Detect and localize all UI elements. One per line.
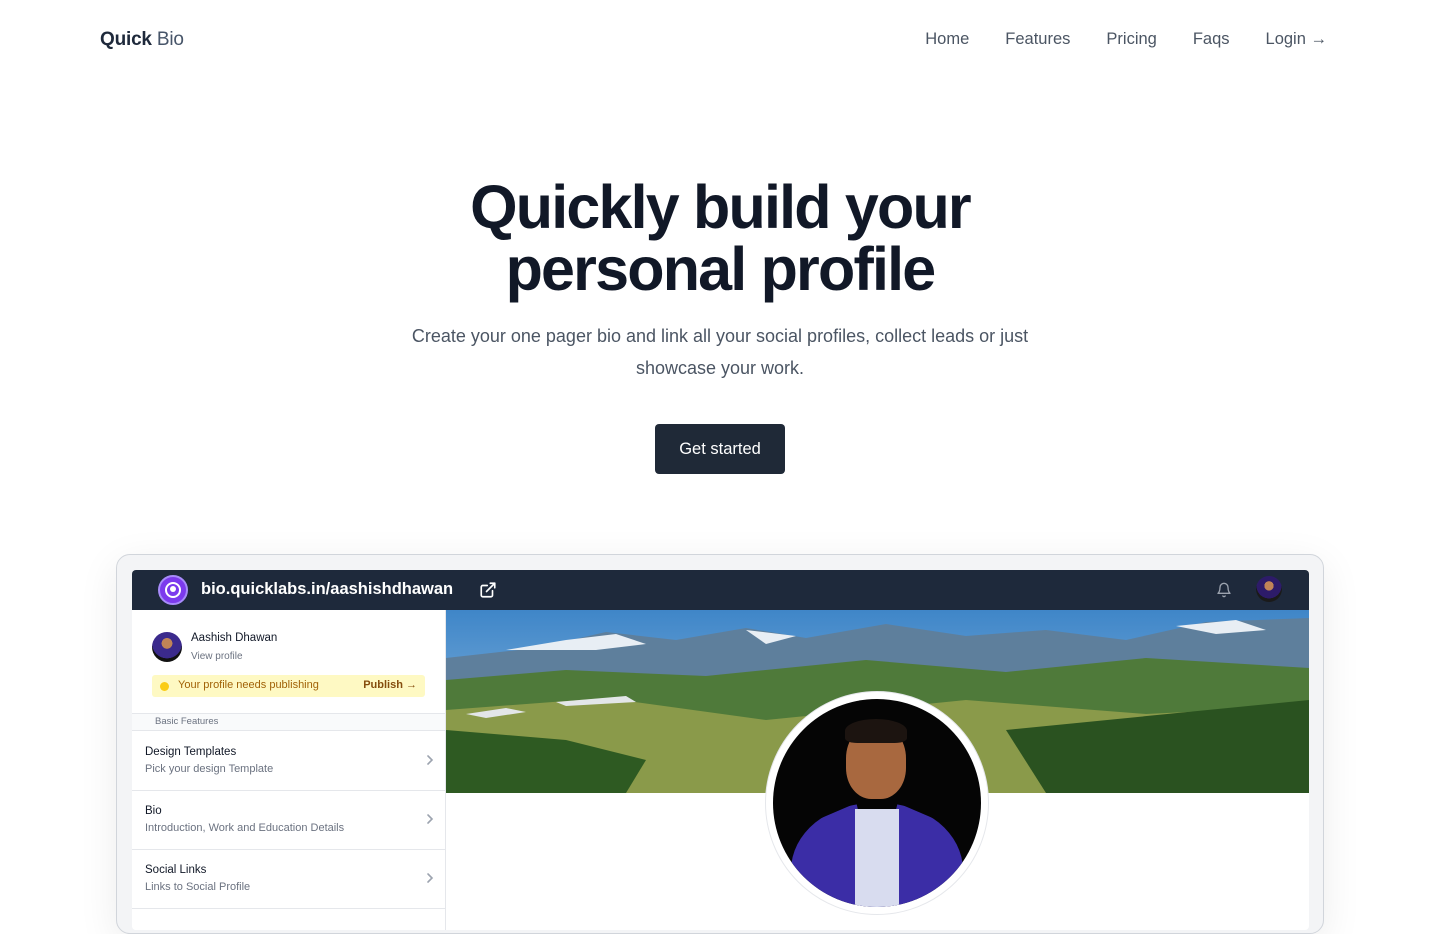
get-started-button[interactable]: Get started [655, 424, 785, 474]
logo-light-text: Bio [156, 29, 184, 50]
view-profile-link[interactable]: View profile [191, 651, 243, 662]
nav-links: Home Features Pricing Faqs Login → [925, 30, 1327, 49]
menu-item-subtitle: Pick your design Template [145, 763, 274, 775]
menu-item-title: Social Links [145, 864, 207, 876]
menu-item-subtitle: Links to Social Profile [145, 881, 251, 893]
chevron-right-icon [427, 873, 434, 883]
avatar [152, 632, 182, 662]
app-header-bar: bio.quicklabs.in/aashishdhawan [132, 570, 1309, 610]
user-avatar-small[interactable] [1256, 576, 1282, 602]
logo-bold-text: Quick [100, 29, 152, 50]
nav-link-faqs[interactable]: Faqs [1193, 30, 1230, 49]
warning-dot-icon [160, 682, 169, 691]
menu-item-subtitle: Introduction, Work and Education Details [145, 822, 345, 834]
top-navigation: Quick Bio Home Features Pricing Faqs Log… [0, 0, 1440, 80]
external-link-icon[interactable] [479, 581, 497, 599]
menu-item-title: Design Templates [145, 746, 237, 758]
chevron-right-icon [427, 814, 434, 824]
hero-title: Quickly build your personal profile [0, 176, 1440, 300]
menu-item-design-templates[interactable]: Design Templates Pick your design Templa… [132, 732, 445, 791]
nav-link-features[interactable]: Features [1005, 30, 1070, 49]
app-preview: bio.quicklabs.in/aashishdhawan Aashish D… [132, 570, 1309, 930]
brand-logo[interactable]: Quick Bio [100, 29, 184, 51]
user-name: Aashish Dhawan [191, 632, 278, 644]
nav-link-login[interactable]: Login → [1266, 30, 1327, 49]
publish-notice: Your profile needs publishing Publish → [152, 675, 425, 697]
bell-icon[interactable] [1216, 581, 1232, 599]
menu-item-bio[interactable]: Bio Introduction, Work and Education Det… [132, 791, 445, 850]
app-preview-frame: bio.quicklabs.in/aashishdhawan Aashish D… [116, 554, 1324, 934]
hero-title-line-2: personal profile [505, 235, 937, 303]
section-label: Basic Features [132, 713, 445, 731]
menu-item-social-links[interactable]: Social Links Links to Social Profile [132, 850, 445, 909]
publish-button[interactable]: Publish → [363, 679, 417, 691]
hero-subtitle: Create your one pager bio and link all y… [411, 326, 1029, 378]
profile-url[interactable]: bio.quicklabs.in/aashishdhawan [201, 580, 453, 599]
menu-item-title: Bio [145, 805, 162, 817]
nav-link-home[interactable]: Home [925, 30, 969, 49]
hero-title-line-1: Quickly build your [470, 173, 972, 241]
publish-notice-text: Your profile needs publishing [178, 679, 319, 691]
profile-photo[interactable] [773, 699, 981, 907]
nav-link-pricing[interactable]: Pricing [1106, 30, 1156, 49]
settings-sidebar: Aashish Dhawan View profile Your profile… [132, 610, 446, 930]
chevron-right-icon [427, 755, 434, 765]
app-logo-icon[interactable] [158, 575, 188, 605]
